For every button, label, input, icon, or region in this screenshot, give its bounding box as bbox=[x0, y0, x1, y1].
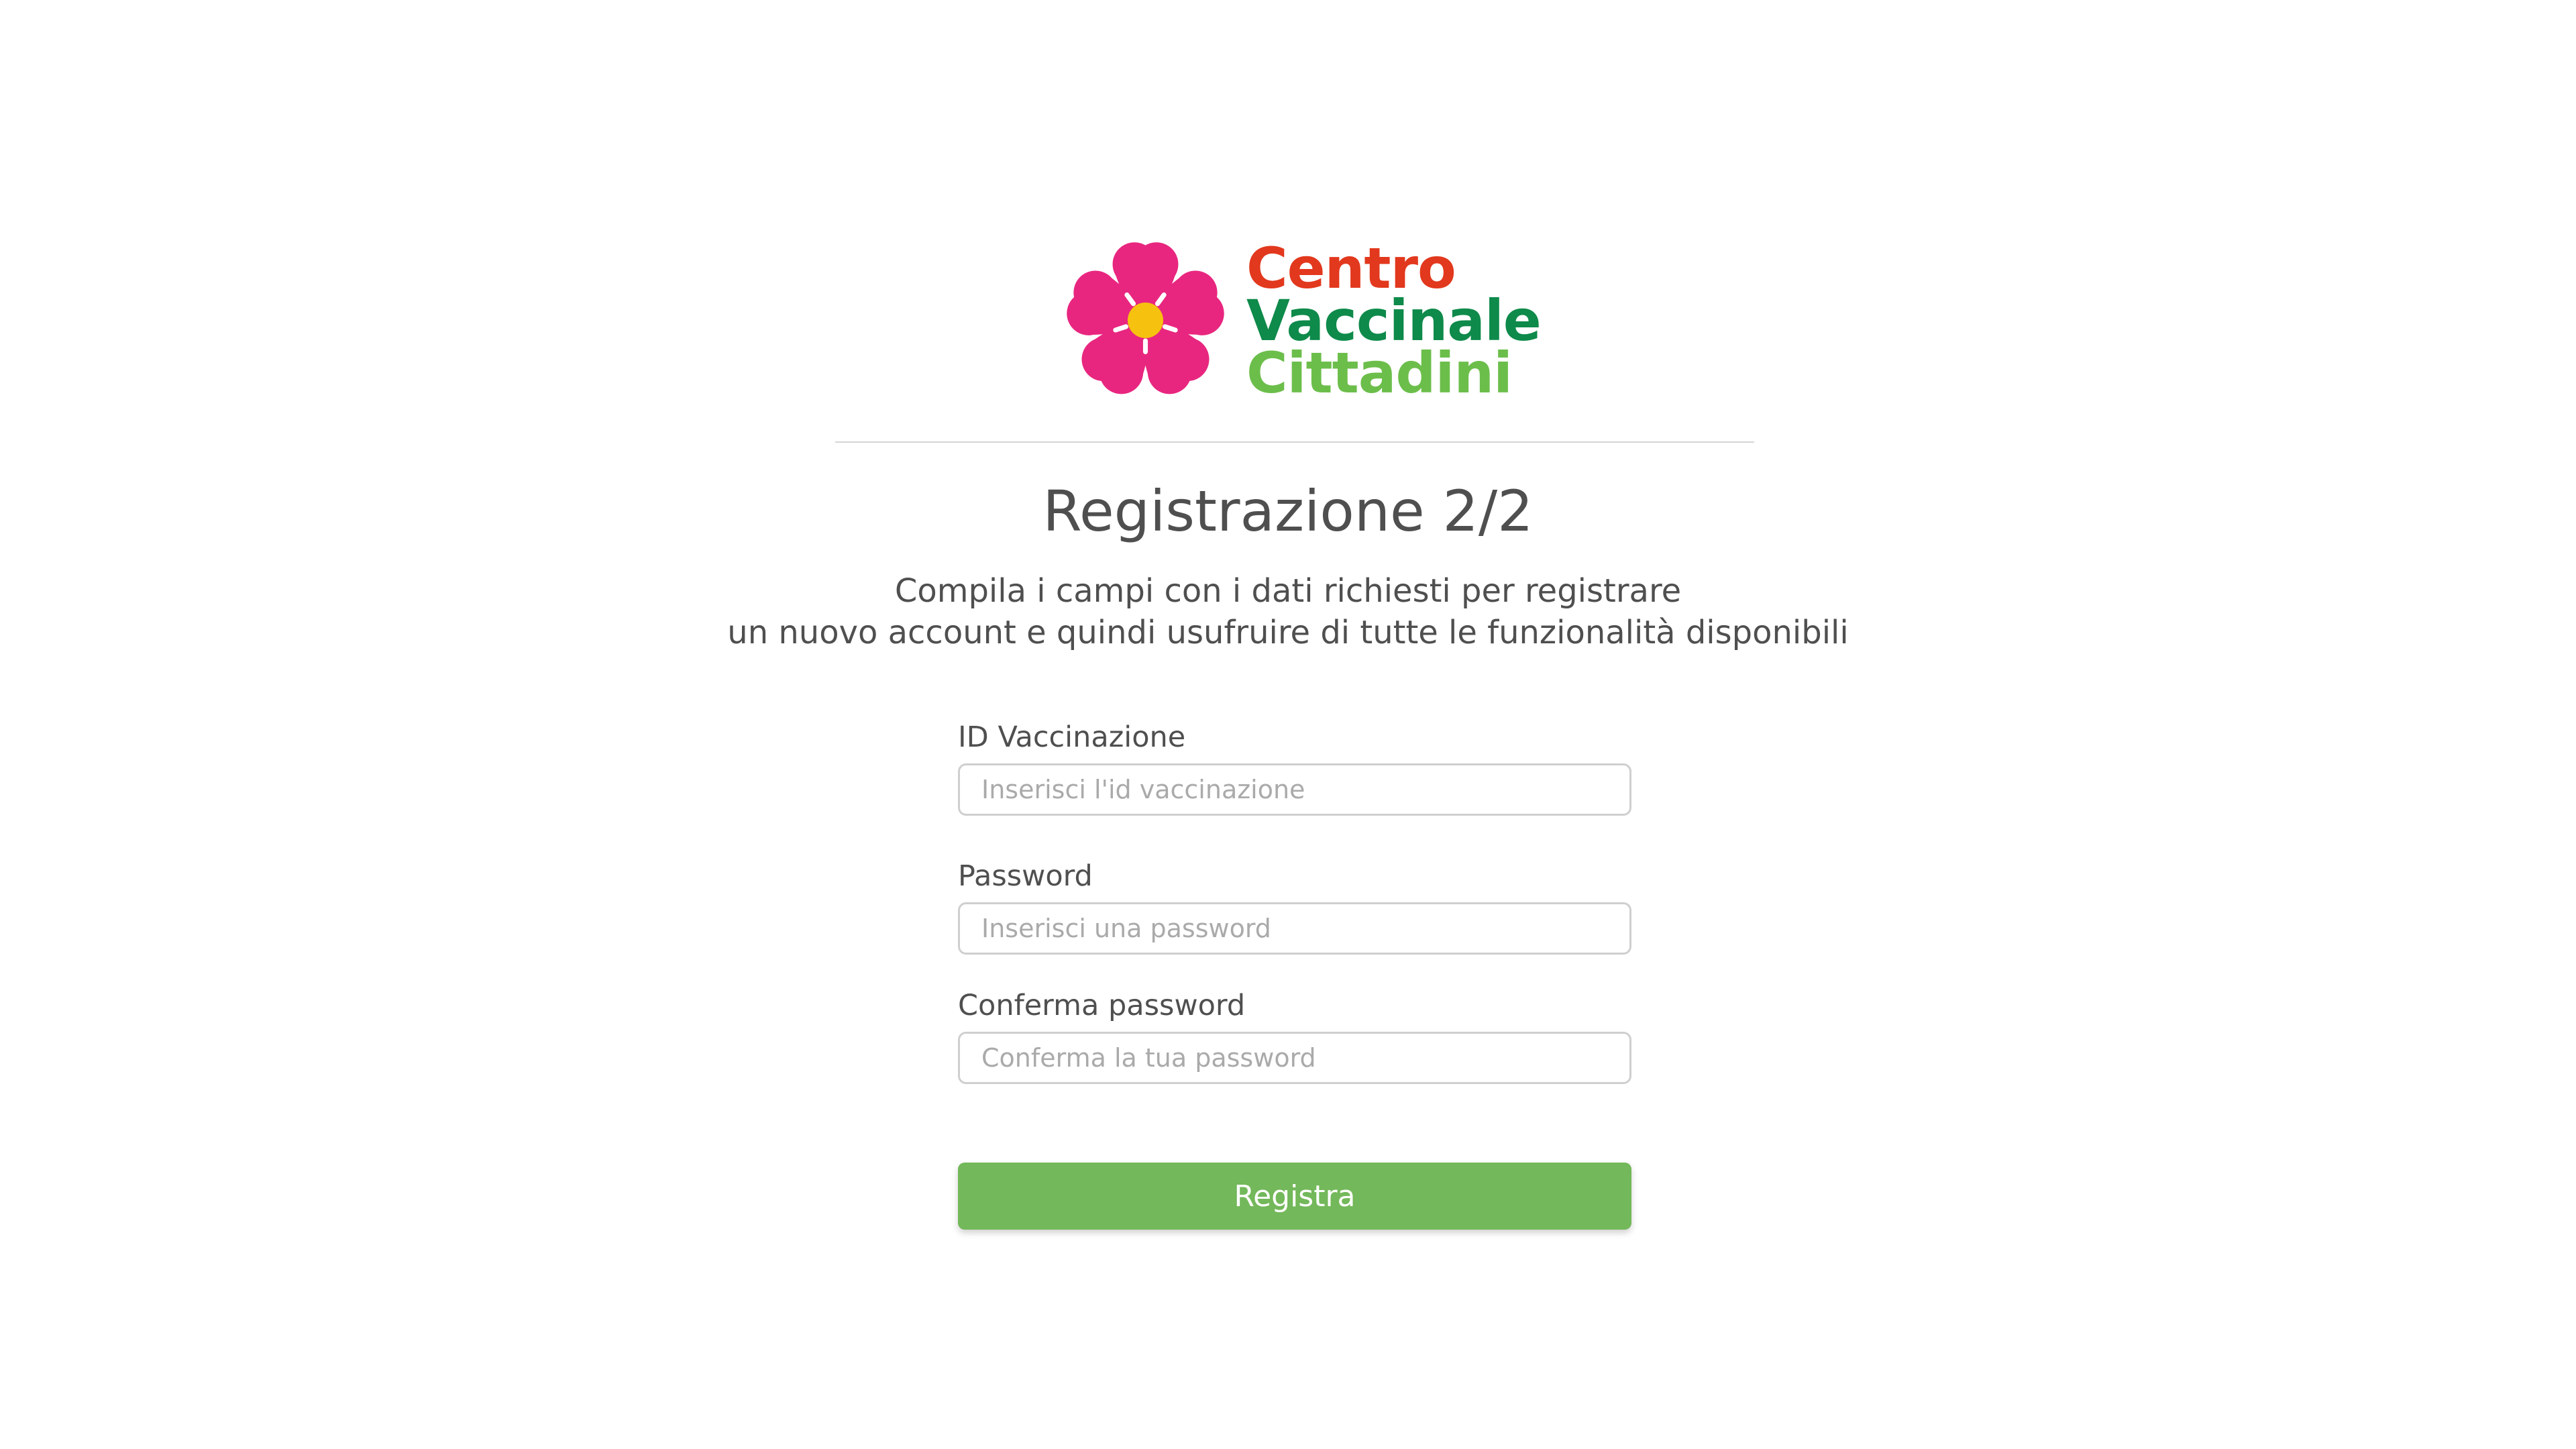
password-label: Password bbox=[958, 859, 1093, 893]
confirm-password-label: Conferma password bbox=[958, 989, 1246, 1022]
register-button[interactable]: Registra bbox=[958, 1163, 1631, 1230]
logo: Centro Vaccinale Cittadini bbox=[1060, 235, 1543, 406]
vaccination-id-input[interactable] bbox=[958, 763, 1631, 816]
flower-icon bbox=[1061, 242, 1230, 403]
subtitle-line-1: Compila i campi con i dati richiesti per… bbox=[894, 572, 1682, 610]
password-input[interactable] bbox=[958, 902, 1631, 955]
page-title: Registrazione 2/2 bbox=[1042, 478, 1534, 544]
registration-page: Centro Vaccinale Cittadini Registrazione… bbox=[0, 0, 2576, 1449]
logo-text-cittadini: Cittadini bbox=[1246, 340, 1513, 406]
divider bbox=[835, 441, 1754, 443]
page-subtitle: Compila i campi con i dati richiesti per… bbox=[0, 570, 2576, 653]
confirm-password-input[interactable] bbox=[958, 1032, 1631, 1084]
vaccination-id-label: ID Vaccinazione bbox=[958, 720, 1186, 754]
subtitle-line-2: un nuovo account e quindi usufruire di t… bbox=[727, 614, 1849, 651]
